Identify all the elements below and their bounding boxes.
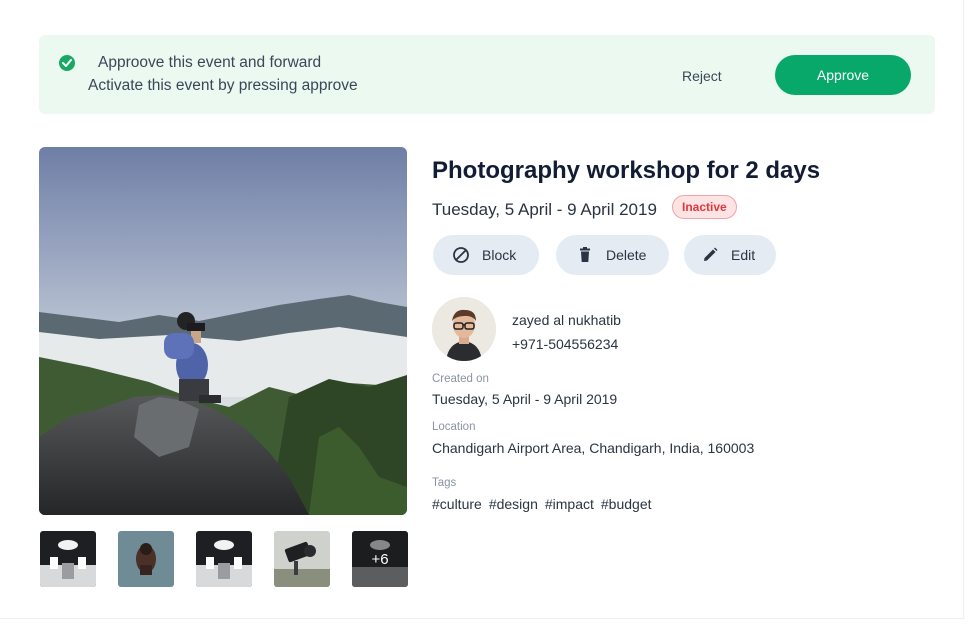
- banner-title: Approove this event and forward: [98, 54, 322, 71]
- gallery-thumbnail[interactable]: [274, 531, 330, 587]
- gallery-thumbnail-more[interactable]: +6: [352, 531, 408, 587]
- banner-subtitle: Activate this event by pressing approve: [88, 77, 358, 94]
- more-photos-count: +6: [352, 531, 408, 587]
- tag-list: #culture #design #impact #budget: [432, 496, 659, 512]
- tags-label: Tags: [432, 477, 457, 489]
- reject-button[interactable]: Reject: [682, 68, 722, 84]
- organizer-phone: +971-504556234: [512, 336, 619, 352]
- edit-button-label: Edit: [731, 247, 756, 263]
- gallery-thumbnail[interactable]: [196, 531, 252, 587]
- approve-button[interactable]: Approve: [775, 55, 911, 95]
- created-on-value: Tuesday, 5 April - 9 April 2019: [432, 391, 618, 407]
- delete-button[interactable]: Delete: [556, 235, 669, 275]
- event-title: Photography workshop for 2 days: [432, 157, 821, 184]
- block-button-label: Block: [482, 247, 517, 263]
- tag[interactable]: #impact: [545, 496, 594, 512]
- block-button[interactable]: Block: [433, 235, 539, 275]
- trash-icon: [576, 246, 594, 264]
- edit-button[interactable]: Edit: [684, 235, 776, 275]
- pencil-icon: [701, 246, 719, 264]
- check-circle-icon: [59, 55, 75, 71]
- event-main-photo[interactable]: [39, 147, 407, 515]
- gallery-thumbnail[interactable]: [118, 531, 174, 587]
- location-label: Location: [432, 421, 476, 433]
- delete-button-label: Delete: [606, 247, 647, 263]
- status-badge: Inactive: [672, 195, 737, 219]
- gallery-thumbnail[interactable]: [40, 531, 96, 587]
- approval-banner: Approove this event and forward Activate…: [39, 35, 935, 114]
- organizer-name: zayed al nukhatib: [512, 312, 621, 328]
- block-icon: [452, 246, 470, 264]
- tag[interactable]: #design: [489, 496, 538, 512]
- location-value: Chandigarh Airport Area, Chandigarh, Ind…: [432, 440, 755, 456]
- avatar: [432, 297, 496, 361]
- event-date: Tuesday, 5 April - 9 April 2019: [432, 200, 657, 219]
- tag[interactable]: #budget: [601, 496, 652, 512]
- created-on-label: Created on: [432, 373, 489, 385]
- tag[interactable]: #culture: [432, 496, 482, 512]
